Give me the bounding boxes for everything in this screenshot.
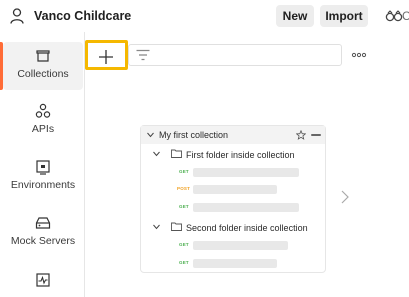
- request-placeholder: [193, 241, 288, 250]
- collection-preview-card: [140, 125, 326, 273]
- folder-name: Second folder inside collection: [186, 223, 308, 233]
- monitors-icon: [36, 273, 50, 287]
- plus-icon[interactable]: [98, 49, 114, 65]
- folder-icon: [171, 149, 182, 158]
- truncated-header-text: C: [402, 9, 409, 23]
- more-options-icon: [311, 134, 321, 136]
- sidebar-item-mock-servers[interactable]: Mock Servers: [3, 209, 83, 257]
- request-placeholder: [193, 203, 299, 212]
- new-button[interactable]: New: [276, 5, 314, 27]
- sidebar-item-label: Environments: [10, 179, 76, 191]
- folder-name: First folder inside collection: [186, 150, 295, 160]
- collections-icon: [36, 50, 50, 62]
- chevron-right-icon[interactable]: [340, 190, 350, 204]
- more-options-icon[interactable]: [351, 52, 367, 58]
- sidebar-item-apis[interactable]: APIs: [3, 97, 83, 145]
- request-method: GET: [179, 242, 189, 247]
- apis-icon: [35, 103, 51, 118]
- star-icon: [296, 130, 306, 140]
- sidebar-item-monitors[interactable]: [3, 266, 83, 297]
- request-placeholder: [193, 259, 277, 268]
- chevron-down-icon: [153, 224, 160, 230]
- sidebar-item-label: Mock Servers: [10, 235, 76, 247]
- workspace-name[interactable]: Vanco Childcare: [34, 9, 131, 23]
- request-placeholder: [193, 185, 277, 194]
- import-button[interactable]: Import: [320, 5, 368, 27]
- filter-icon[interactable]: [136, 49, 150, 61]
- infinity-icon[interactable]: [385, 10, 403, 22]
- sidebar-item-label: APIs: [31, 123, 55, 135]
- environments-icon: [36, 160, 50, 175]
- folder-icon: [171, 222, 182, 231]
- collection-name: My first collection: [159, 130, 229, 140]
- sidebar-item-environments[interactable]: Environments: [3, 153, 83, 201]
- request-method: GET: [179, 260, 189, 265]
- sidebar-item-label: Collections: [17, 68, 69, 80]
- request-method: POST: [177, 186, 191, 191]
- request-method: GET: [179, 169, 189, 174]
- search-input[interactable]: [128, 44, 342, 66]
- chevron-down-icon: [153, 151, 160, 157]
- chevron-down-icon: [147, 132, 154, 138]
- user-icon: [10, 8, 24, 24]
- mock-servers-icon: [35, 217, 51, 229]
- request-method: GET: [179, 204, 189, 209]
- request-placeholder: [193, 168, 299, 177]
- sidebar-item-collections[interactable]: Collections: [3, 42, 83, 90]
